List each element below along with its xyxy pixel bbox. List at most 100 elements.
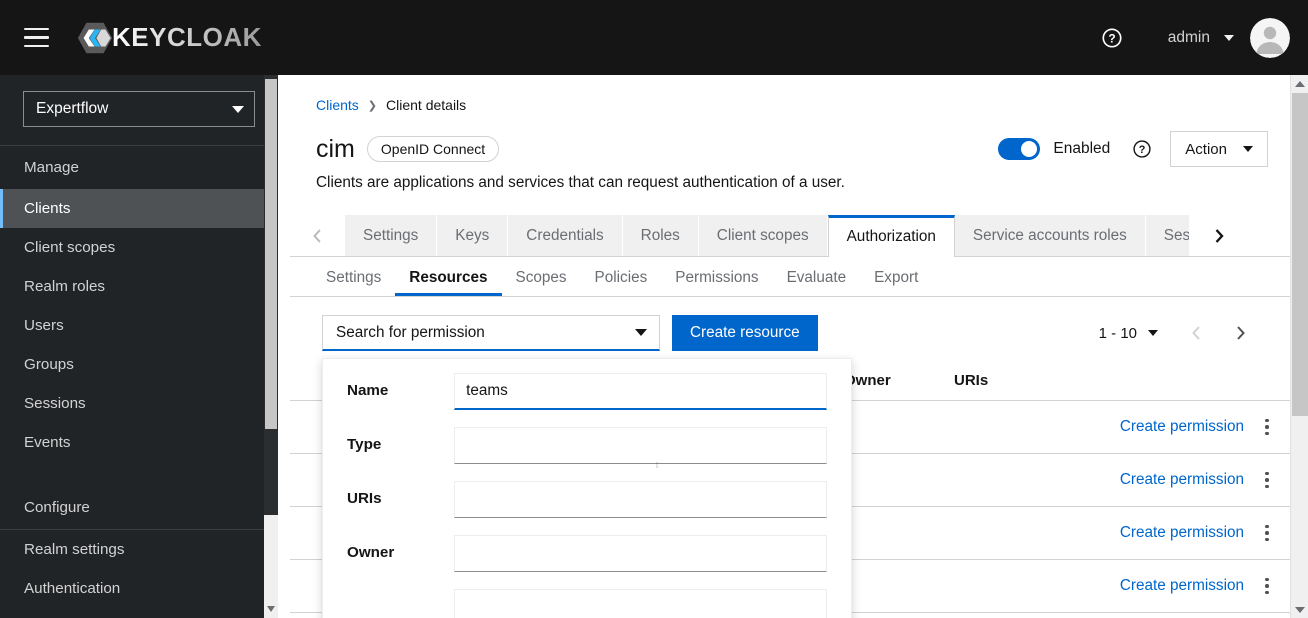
tab-keys[interactable]: Keys xyxy=(437,215,509,256)
pagination-next-button[interactable] xyxy=(1218,315,1262,351)
sidebar: Expertflow Manage Clients Client scopes … xyxy=(0,75,278,618)
sidebar-item-authentication[interactable]: Authentication xyxy=(0,569,278,608)
field-row-extra xyxy=(347,589,827,618)
subtab-export[interactable]: Export xyxy=(860,269,932,296)
sidebar-item-label: Clients xyxy=(24,200,71,217)
create-permission-link[interactable]: Create permission xyxy=(1120,471,1244,489)
user-menu-toggle[interactable]: admin xyxy=(1134,29,1250,47)
tabs-scroll-left-button[interactable] xyxy=(290,215,345,256)
kebab-menu-icon[interactable] xyxy=(1244,418,1290,436)
tab-label: Settings xyxy=(363,226,419,244)
main-scrollbar-thumb[interactable] xyxy=(1292,93,1308,416)
sidebar-item-groups[interactable]: Groups xyxy=(0,345,278,384)
create-permission-link[interactable]: Create permission xyxy=(1120,418,1244,436)
scroll-up-arrow-icon[interactable] xyxy=(1291,75,1308,92)
tab-authorization[interactable]: Authorization xyxy=(827,215,955,257)
hamburger-menu-icon[interactable] xyxy=(13,18,59,58)
subtab-label: Resources xyxy=(409,269,488,286)
sidebar-item-clients[interactable]: Clients xyxy=(0,189,278,228)
field-label-owner: Owner xyxy=(347,544,395,561)
user-avatar-icon[interactable] xyxy=(1250,17,1290,58)
pagination-options-chevron-down-icon[interactable] xyxy=(1148,330,1158,336)
search-type-input[interactable] xyxy=(454,427,827,464)
masthead-actions: ? admin xyxy=(1090,16,1308,60)
tab-credentials[interactable]: Credentials xyxy=(508,215,623,256)
sidebar-item-label: Sessions xyxy=(24,395,86,412)
user-name-label: admin xyxy=(1167,28,1210,46)
sidebar-item-label: Authentication xyxy=(24,580,121,597)
sidebar-section-manage: Manage xyxy=(24,159,79,176)
tab-sessions[interactable]: Ses xyxy=(1145,215,1190,256)
brand-logo-link[interactable]: KEYCLOAK xyxy=(76,19,262,57)
sidebar-item-sessions[interactable]: Sessions xyxy=(0,384,278,423)
sidebar-item-label: Realm settings xyxy=(24,541,125,558)
help-circle-icon[interactable]: ? xyxy=(1132,139,1152,159)
help-circle-icon[interactable]: ? xyxy=(1090,16,1134,60)
field-row-uris: URIs xyxy=(347,481,827,518)
chevron-right-icon: ❯ xyxy=(367,99,378,112)
subtab-label: Policies xyxy=(594,269,648,286)
tab-service-accounts-roles[interactable]: Service accounts roles xyxy=(954,215,1146,256)
tab-label: Service accounts roles xyxy=(972,226,1127,244)
subtab-label: Permissions xyxy=(675,269,759,286)
kebab-menu-icon[interactable] xyxy=(1244,524,1290,542)
kebab-menu-icon[interactable] xyxy=(1244,577,1290,595)
realm-selector[interactable]: Expertflow xyxy=(23,91,255,127)
breadcrumb-clients-link[interactable]: Clients xyxy=(316,97,359,113)
search-name-input[interactable] xyxy=(454,373,827,410)
search-uris-input[interactable] xyxy=(454,481,827,518)
tab-label: Credentials xyxy=(526,226,604,244)
field-label-extra xyxy=(347,589,454,598)
sidebar-item-users[interactable]: Users xyxy=(0,306,278,345)
field-label-uris: URIs xyxy=(347,490,382,507)
subtab-policies[interactable]: Policies xyxy=(581,269,662,296)
sidebar-item-label: Groups xyxy=(24,356,74,373)
tab-settings[interactable]: Settings xyxy=(345,215,438,256)
tabs-scroll-right-button[interactable] xyxy=(1189,215,1248,256)
action-dropdown-button[interactable]: Action xyxy=(1170,131,1268,167)
subtab-evaluate[interactable]: Evaluate xyxy=(773,269,861,296)
page-header-row: cim OpenID Connect Enabled ? Action xyxy=(290,113,1290,167)
chevron-right-icon xyxy=(1236,326,1245,340)
sidebar-scrollbar[interactable] xyxy=(264,75,278,618)
subtab-resources[interactable]: Resources xyxy=(395,269,501,296)
pagination-prev-button[interactable] xyxy=(1174,315,1218,351)
resources-toolbar: Search for permission Create resource 1 … xyxy=(290,297,1290,351)
field-label-name: Name xyxy=(347,382,389,399)
search-permission-select[interactable]: Search for permission xyxy=(322,315,660,351)
create-resource-button[interactable]: Create resource xyxy=(672,315,818,351)
scroll-down-arrow-icon[interactable] xyxy=(267,606,275,612)
enabled-toggle[interactable] xyxy=(998,138,1041,160)
field-label-type: Type xyxy=(347,436,382,453)
main-scrollbar[interactable] xyxy=(1290,75,1308,618)
sidebar-scrollbar-thumb[interactable] xyxy=(265,79,277,429)
subtab-settings[interactable]: Settings xyxy=(312,269,395,296)
sidebar-item-realm-roles[interactable]: Realm roles xyxy=(0,267,278,306)
secondary-tabs: Settings Resources Scopes Policies Permi… xyxy=(290,257,1290,297)
primary-tabs: Settings Keys Credentials Roles Client s… xyxy=(290,215,1290,257)
kebab-menu-icon[interactable] xyxy=(1244,471,1290,489)
chevron-down-icon xyxy=(635,329,647,336)
search-extra-input[interactable] xyxy=(454,589,827,618)
tab-roles[interactable]: Roles xyxy=(622,215,699,256)
breadcrumb-current: Client details xyxy=(386,97,467,113)
create-permission-link[interactable]: Create permission xyxy=(1120,524,1244,542)
tab-label: Authorization xyxy=(846,228,936,245)
tab-label: Ses xyxy=(1163,226,1190,244)
tab-client-scopes[interactable]: Client scopes xyxy=(698,215,828,256)
subtab-label: Scopes xyxy=(515,269,567,286)
subtab-label: Export xyxy=(874,269,919,286)
create-permission-link[interactable]: Create permission xyxy=(1120,577,1244,595)
triangle-up xyxy=(1295,80,1305,87)
sidebar-item-label: Realm roles xyxy=(24,278,106,295)
sidebar-item-client-scopes[interactable]: Client scopes xyxy=(0,228,278,267)
subtab-scopes[interactable]: Scopes xyxy=(502,269,581,296)
scroll-down-arrow-icon[interactable] xyxy=(1291,601,1308,618)
sidebar-item-realm-settings[interactable]: Realm settings xyxy=(0,530,278,569)
search-permission-dropdown-panel: Name Type URIs Owner xyxy=(322,358,852,618)
sidebar-item-events[interactable]: Events xyxy=(0,423,278,462)
search-owner-input[interactable] xyxy=(454,535,827,572)
subtab-permissions[interactable]: Permissions xyxy=(661,269,772,296)
sidebar-item-label: Client scopes xyxy=(24,239,116,256)
